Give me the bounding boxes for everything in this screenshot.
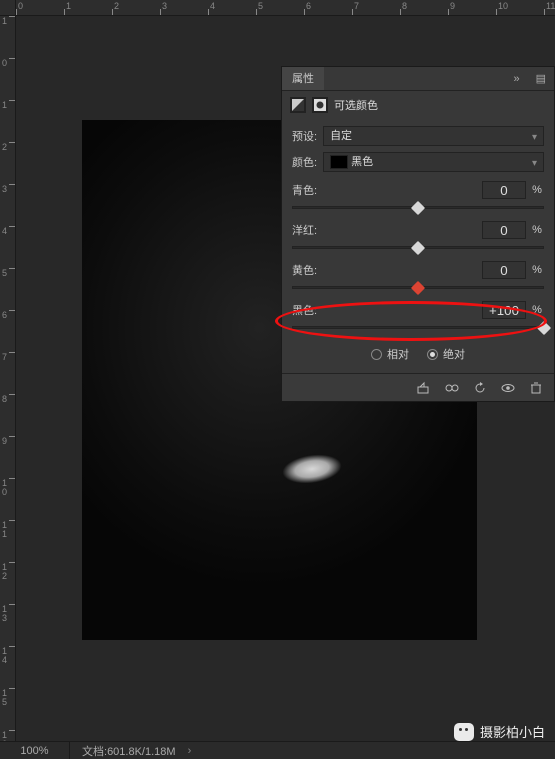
color-swatch	[330, 155, 348, 169]
doc-label: 文档:	[82, 746, 107, 758]
trash-icon[interactable]	[528, 380, 544, 396]
wechat-icon	[454, 723, 474, 741]
status-bar: 100% 文档:601.8K/1.18M ›	[0, 741, 555, 759]
visibility-icon[interactable]	[500, 380, 516, 396]
slider-label: 青色:	[292, 182, 338, 198]
slider-label: 黄色:	[292, 262, 338, 278]
reset-icon[interactable]	[472, 380, 488, 396]
slider-thumb[interactable]	[411, 281, 425, 295]
percent-label: %	[530, 224, 544, 236]
radio-dot	[427, 349, 438, 360]
slider-row: 洋红:%	[292, 221, 544, 255]
panel-body: 预设: 自定 颜色: 黑色 青色:%洋红:%黄色:%黑色:% 相对 绝对	[282, 119, 554, 373]
ruler-corner	[0, 0, 16, 16]
radio-relative[interactable]: 相对	[371, 346, 409, 362]
slider-row: 青色:%	[292, 181, 544, 215]
radio-dot	[371, 349, 382, 360]
panel-tab-bar: 属性 » ▤	[282, 67, 554, 91]
ruler-horizontal[interactable]: 01234567891011	[16, 0, 555, 16]
radio-absolute-label: 绝对	[443, 346, 465, 362]
collapse-icon[interactable]: »	[513, 73, 527, 85]
mask-icon[interactable]	[312, 97, 328, 113]
preset-label: 预设:	[292, 128, 317, 144]
colors-row: 颜色: 黑色	[292, 149, 544, 175]
view-previous-icon[interactable]	[444, 380, 460, 396]
colors-select[interactable]: 黑色	[323, 152, 544, 172]
watermark-text: 摄影柏小白	[480, 722, 545, 741]
slider-thumb[interactable]	[411, 201, 425, 215]
mode-row: 相对 绝对	[292, 341, 544, 367]
zoom-level[interactable]: 100%	[0, 742, 70, 759]
slider-value-input[interactable]	[482, 301, 526, 319]
tab-properties[interactable]: 属性	[282, 67, 324, 90]
slider-track[interactable]	[292, 281, 544, 295]
slider-track[interactable]	[292, 321, 544, 335]
workspace: 01234567891011 1012345678910111213141516…	[0, 0, 555, 759]
doc-info[interactable]: 文档:601.8K/1.18M	[70, 743, 176, 759]
watermark: 摄影柏小白	[454, 722, 545, 741]
panel-menu-icon[interactable]: ▤	[528, 72, 554, 85]
radio-absolute[interactable]: 绝对	[427, 346, 465, 362]
slider-thumb[interactable]	[411, 241, 425, 255]
doc-value: 601.8K/1.18M	[107, 746, 176, 758]
slider-label: 洋红:	[292, 222, 338, 238]
slider-track[interactable]	[292, 201, 544, 215]
slider-value-input[interactable]	[482, 181, 526, 199]
percent-label: %	[530, 304, 544, 316]
preset-select[interactable]: 自定	[323, 126, 544, 146]
clip-to-layer-icon[interactable]	[416, 380, 432, 396]
colors-value: 黑色	[351, 156, 373, 168]
adjustment-icon	[290, 97, 306, 113]
slider-row: 黑色:%	[292, 301, 544, 335]
slider-track[interactable]	[292, 241, 544, 255]
panel-title: 可选颜色	[334, 97, 378, 113]
radio-relative-label: 相对	[387, 346, 409, 362]
panel-title-bar: 可选颜色	[282, 91, 554, 119]
slider-row: 黄色:%	[292, 261, 544, 295]
panel-footer	[282, 373, 554, 401]
slider-value-input[interactable]	[482, 261, 526, 279]
slider-thumb[interactable]	[537, 321, 551, 335]
colors-label: 颜色:	[292, 154, 317, 170]
preset-row: 预设: 自定	[292, 123, 544, 149]
properties-panel: 属性 » ▤ 可选颜色 预设: 自定 颜色: 黑色	[281, 66, 555, 402]
slider-value-input[interactable]	[482, 221, 526, 239]
percent-label: %	[530, 264, 544, 276]
slider-label: 黑色:	[292, 302, 338, 318]
ruler-vertical[interactable]: 1012345678910111213141516	[0, 16, 16, 743]
chevron-right-icon[interactable]: ›	[176, 745, 192, 757]
percent-label: %	[530, 184, 544, 196]
